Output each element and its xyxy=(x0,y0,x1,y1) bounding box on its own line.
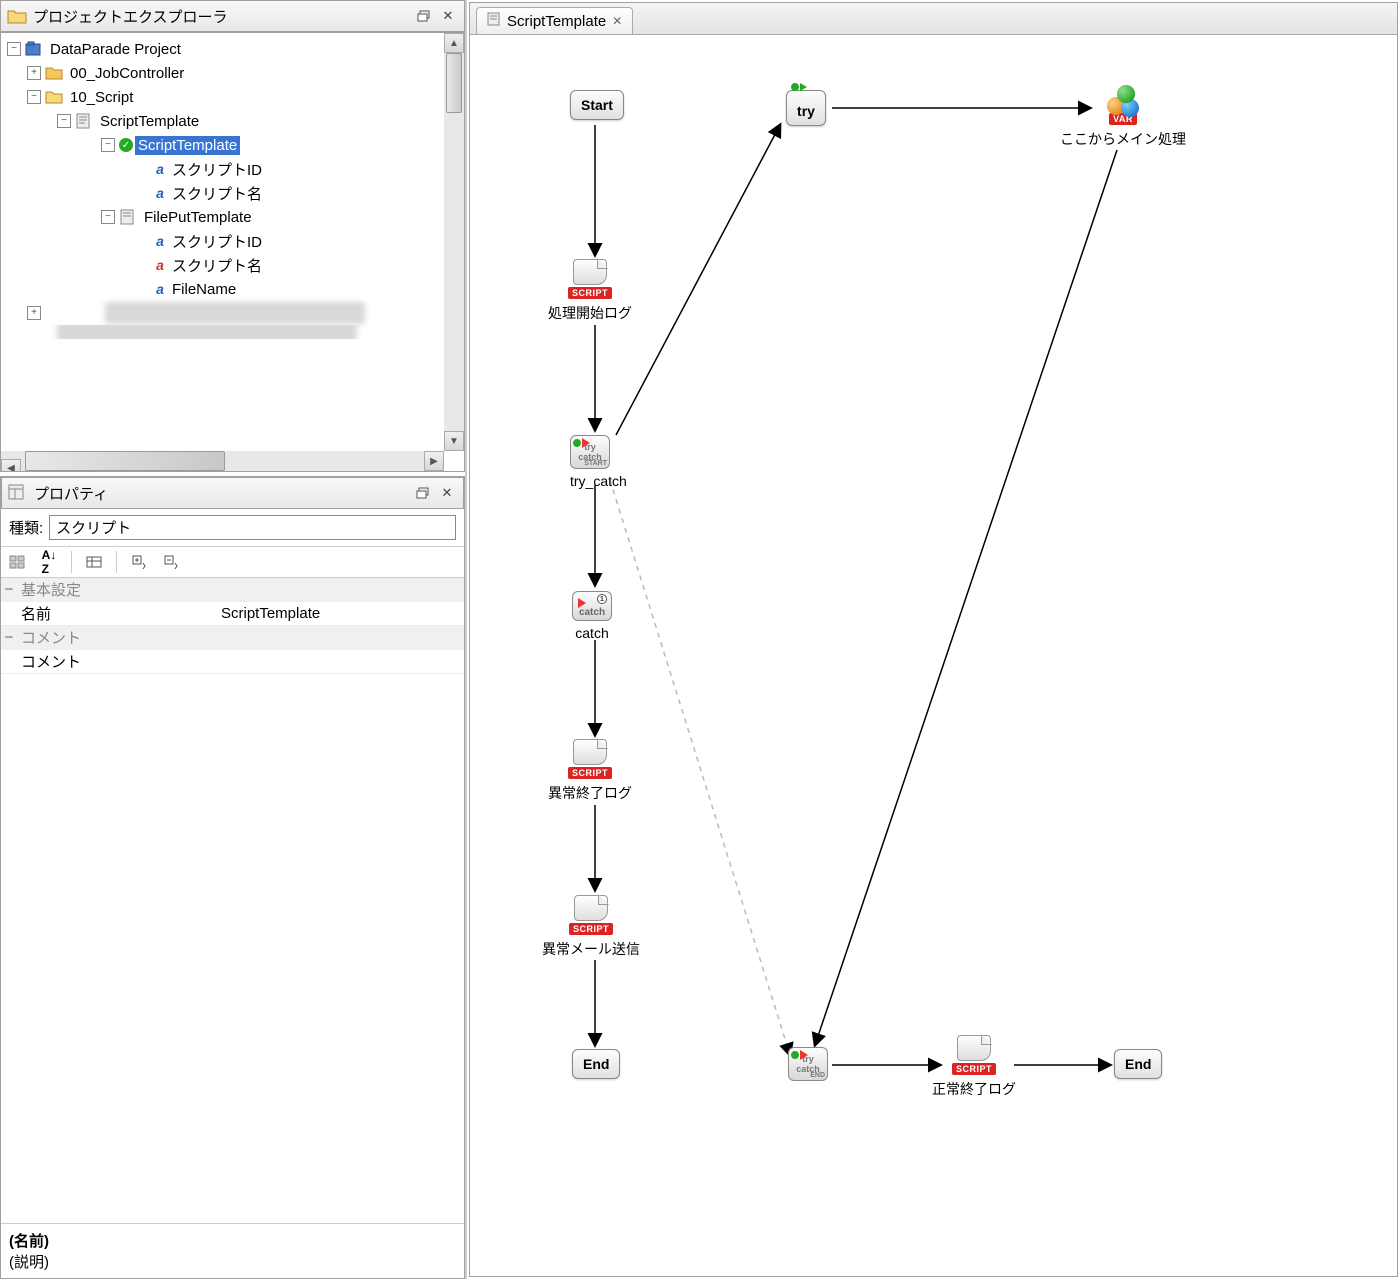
scroll-left-icon[interactable]: ◀ xyxy=(1,459,21,473)
folder-icon xyxy=(45,65,63,81)
collapse-toggle[interactable]: − xyxy=(27,90,41,104)
close-icon[interactable]: ✕ xyxy=(437,484,457,502)
property-group-basic[interactable]: − 基本設定 xyxy=(1,578,464,602)
trycatch-end-icon: trycatch END xyxy=(788,1047,828,1081)
flow-node-start-log[interactable]: SCRIPT 処理開始ログ xyxy=(548,259,632,323)
collapse-all-button[interactable] xyxy=(159,551,183,573)
script-icon: SCRIPT xyxy=(569,895,613,935)
tree-script-id[interactable]: a スクリプトID xyxy=(1,157,464,181)
tree-fileputtemplate[interactable]: − FilePutTemplate xyxy=(1,205,464,229)
tree-jobcontroller[interactable]: + 00_JobController xyxy=(1,61,464,85)
explorer-title: プロジェクトエクスプローラ xyxy=(33,6,410,27)
type-label: 種類: xyxy=(9,517,43,538)
flow-node-main[interactable]: VAR ここからメイン処理 xyxy=(1060,85,1186,149)
collapse-toggle[interactable]: − xyxy=(1,629,17,646)
variable-a-red-icon: a xyxy=(151,257,169,273)
variable-a-icon: a xyxy=(151,233,169,249)
flow-node-trycatch-end[interactable]: trycatch END xyxy=(788,1047,828,1081)
tree-scriptfolder[interactable]: − 10_Script xyxy=(1,85,464,109)
flow-canvas[interactable]: Start SCRIPT 処理開始ログ trycatch START try_c… xyxy=(470,35,1397,1276)
collapse-toggle[interactable]: − xyxy=(101,210,115,224)
check-icon: ✓ xyxy=(119,138,133,152)
variable-a-icon: a xyxy=(151,161,169,177)
property-row-name[interactable]: 名前 ScriptTemplate xyxy=(1,602,464,626)
tree-file-scripttemplate[interactable]: − ScriptTemplate xyxy=(1,109,464,133)
expand-toggle[interactable]: + xyxy=(27,306,41,320)
scroll-thumb[interactable] xyxy=(446,53,462,113)
obscured-content xyxy=(57,325,357,339)
tree-root[interactable]: − DataParade Project xyxy=(1,37,464,61)
flow-node-start[interactable]: Start xyxy=(570,90,624,120)
flow-node-err-log[interactable]: SCRIPT 異常終了ログ xyxy=(548,739,632,803)
scroll-thumb[interactable] xyxy=(25,451,225,471)
show-grid-button[interactable] xyxy=(82,551,106,573)
type-input[interactable] xyxy=(49,515,456,540)
editor-tab-bar: ScriptTemplate ✕ xyxy=(470,3,1397,35)
var-icon: VAR xyxy=(1101,85,1145,125)
script-file-icon xyxy=(487,12,501,30)
close-tab-icon[interactable]: ✕ xyxy=(612,14,622,28)
property-group-comment[interactable]: − コメント xyxy=(1,626,464,650)
script-file-icon xyxy=(75,113,93,129)
project-icon xyxy=(25,41,43,57)
script-icon: SCRIPT xyxy=(568,259,612,299)
sort-az-button[interactable]: A↓Z xyxy=(37,551,61,573)
properties-header: プロパティ ✕ xyxy=(1,477,464,509)
obscured-content xyxy=(105,302,365,324)
properties-title: プロパティ xyxy=(34,483,409,504)
scroll-right-icon[interactable]: ▶ xyxy=(424,451,444,471)
tree-filename[interactable]: a FileName xyxy=(1,277,464,301)
collapse-toggle[interactable]: − xyxy=(1,581,17,598)
variable-a-icon: a xyxy=(151,281,169,297)
tree-scripttemplate-selected[interactable]: − ✓ ScriptTemplate xyxy=(1,133,464,157)
flow-node-trycatch-start[interactable]: trycatch START try_catch xyxy=(570,435,627,489)
tree-script-name[interactable]: a スクリプト名 xyxy=(1,181,464,205)
script-icon: SCRIPT xyxy=(952,1035,996,1075)
flow-node-try[interactable]: try xyxy=(786,90,826,126)
collapse-toggle[interactable]: − xyxy=(57,114,71,128)
properties-toolbar: A↓Z xyxy=(1,547,464,578)
properties-icon xyxy=(8,484,28,502)
flow-node-ok-log[interactable]: SCRIPT 正常終了ログ xyxy=(932,1035,1016,1099)
collapse-toggle[interactable]: − xyxy=(7,42,21,56)
flow-node-end-left[interactable]: End xyxy=(572,1049,620,1079)
flow-node-err-mail[interactable]: SCRIPT 異常メール送信 xyxy=(542,895,640,959)
flow-node-end-right[interactable]: End xyxy=(1114,1049,1162,1079)
scrollbar-horizontal[interactable]: ◀ ▶ xyxy=(1,451,444,471)
restore-icon[interactable] xyxy=(413,484,433,502)
properties-panel: プロパティ ✕ 種類: A↓Z xyxy=(0,476,465,1279)
restore-icon[interactable] xyxy=(414,7,434,25)
property-row-comment[interactable]: コメント xyxy=(1,650,464,674)
close-icon[interactable]: ✕ xyxy=(438,7,458,25)
expand-all-button[interactable] xyxy=(127,551,151,573)
project-tree[interactable]: − DataParade Project + 00_JobController xyxy=(0,32,465,472)
categorized-button[interactable] xyxy=(5,551,29,573)
scroll-down-icon[interactable]: ▼ xyxy=(444,431,464,451)
folder-icon xyxy=(7,7,27,25)
properties-grid[interactable]: − 基本設定 名前 ScriptTemplate − コメント コメント xyxy=(1,578,464,1223)
tab-label: ScriptTemplate xyxy=(507,13,606,30)
variable-a-icon: a xyxy=(151,185,169,201)
tree-fp-script-name[interactable]: a スクリプト名 xyxy=(1,253,464,277)
folder-open-icon xyxy=(45,89,63,105)
tab-scripttemplate[interactable]: ScriptTemplate ✕ xyxy=(476,7,633,34)
scrollbar-vertical[interactable]: ▲ ▼ xyxy=(444,33,464,451)
script-file-icon xyxy=(119,209,137,225)
property-type-row: 種類: xyxy=(1,509,464,547)
catch-icon: 1 catch xyxy=(572,591,612,621)
tree-obscured-1[interactable]: + xyxy=(1,301,464,325)
script-icon: SCRIPT xyxy=(568,739,612,779)
tree-fp-script-id[interactable]: a スクリプトID xyxy=(1,229,464,253)
explorer-header: プロジェクトエクスプローラ ✕ xyxy=(0,0,465,32)
trycatch-start-icon: trycatch START xyxy=(570,435,610,469)
properties-footer: (名前) (説明) xyxy=(1,1223,464,1278)
flow-node-catch[interactable]: 1 catch catch xyxy=(572,591,612,641)
collapse-toggle[interactable]: − xyxy=(101,138,115,152)
scroll-up-icon[interactable]: ▲ xyxy=(444,33,464,53)
expand-toggle[interactable]: + xyxy=(27,66,41,80)
tree-obscured-2[interactable] xyxy=(1,325,464,339)
